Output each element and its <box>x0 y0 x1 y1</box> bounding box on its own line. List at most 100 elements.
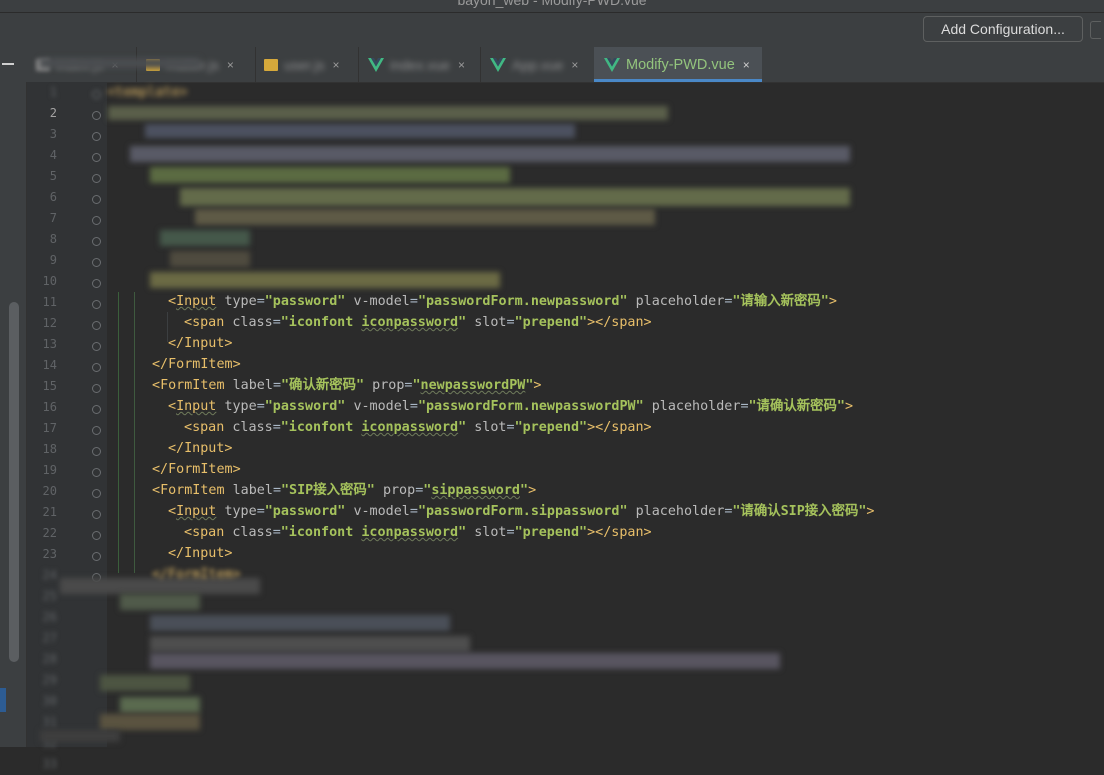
code-token: ></span> <box>587 315 652 330</box>
tool-strip-scrollbar[interactable] <box>9 302 19 662</box>
line-number: 11 <box>42 295 57 309</box>
code-token: label <box>232 483 273 498</box>
code-token: type <box>224 294 257 309</box>
close-icon[interactable]: × <box>332 58 339 72</box>
code-token: slot <box>474 525 507 540</box>
tab-label: Modify-PWD.vue <box>626 56 735 73</box>
line-number: 4 <box>49 148 57 162</box>
line-number: 29 <box>42 673 57 687</box>
fold-marker-icon[interactable] <box>92 195 101 204</box>
fold-marker-icon[interactable] <box>92 216 101 225</box>
fold-marker-icon[interactable] <box>92 468 101 477</box>
code-token: " <box>458 420 467 435</box>
redacted-code <box>120 594 200 610</box>
tool-window-indicator[interactable] <box>0 688 6 712</box>
redacted-code <box>150 272 500 288</box>
line-number: 5 <box>49 169 57 183</box>
line-number: 14 <box>42 358 57 372</box>
line-number: 15 <box>42 379 57 393</box>
code-token: "请确认新密码" <box>748 399 845 414</box>
fold-marker-icon[interactable] <box>92 342 101 351</box>
fold-marker-icon[interactable] <box>92 552 101 561</box>
code-token: type <box>224 399 257 414</box>
close-icon[interactable]: × <box>571 58 578 72</box>
run-widget-edge[interactable] <box>1090 21 1101 39</box>
code-token: FormItem <box>160 483 225 498</box>
line-number: 13 <box>42 337 57 351</box>
code-token: ></span> <box>587 420 652 435</box>
fold-marker-icon[interactable] <box>92 510 101 519</box>
code-token: " <box>412 378 421 393</box>
code-token: type <box>224 504 257 519</box>
code-token: </FormItem> <box>152 357 241 372</box>
fold-marker-icon[interactable] <box>92 426 101 435</box>
code-token: "请确认SIP接入密码" <box>732 504 867 519</box>
fold-marker-icon[interactable] <box>92 321 101 330</box>
vue-file-icon <box>368 57 384 72</box>
code-token: </Input> <box>168 336 233 351</box>
code-token: </FormItem> <box>152 462 241 477</box>
fold-marker-icon[interactable] <box>92 405 101 414</box>
code-token: > <box>828 294 837 309</box>
line-number: 16 <box>42 400 57 414</box>
redacted-code <box>108 106 668 120</box>
code-token: "iconfont <box>280 525 362 540</box>
redacted-code <box>150 636 470 652</box>
fold-marker-icon[interactable] <box>92 447 101 456</box>
code-token: span <box>192 420 225 435</box>
fold-marker-icon[interactable] <box>92 300 101 309</box>
line-number: 19 <box>42 463 57 477</box>
tab-list-icon[interactable] <box>2 63 14 65</box>
close-icon[interactable]: × <box>743 58 750 72</box>
line-number: 7 <box>49 211 57 225</box>
tab-modify-pwd-vue[interactable]: Modify-PWD.vue × <box>594 47 762 82</box>
line-number: 2 <box>49 106 57 120</box>
left-tool-window-strip <box>0 82 27 747</box>
close-icon[interactable]: × <box>458 58 465 72</box>
code-line-23: </Input> <box>168 543 233 564</box>
tab-app-vue[interactable]: App.vue × <box>490 47 578 82</box>
fold-marker-icon[interactable] <box>92 258 101 267</box>
line-number: 27 <box>42 631 57 645</box>
fold-marker-icon[interactable] <box>92 384 101 393</box>
code-token: > <box>866 504 875 519</box>
code-token: </FormItem> <box>152 567 241 582</box>
code-token: < <box>152 378 161 393</box>
fold-marker-icon[interactable] <box>92 174 101 183</box>
indent-guide <box>134 292 135 573</box>
fold-marker-icon[interactable] <box>92 111 101 120</box>
code-line-1: <template> <box>107 82 188 103</box>
fold-marker-icon[interactable] <box>92 531 101 540</box>
line-number: 25 <box>42 589 57 603</box>
line-number: 21 <box>42 505 57 519</box>
fold-marker-icon[interactable] <box>92 489 101 498</box>
code-token: "prepend" <box>514 525 588 540</box>
fold-marker-icon[interactable] <box>92 90 101 99</box>
fold-marker-icon[interactable] <box>92 237 101 246</box>
line-number: 26 <box>42 610 57 624</box>
tab-separator <box>255 47 256 82</box>
add-configuration-button[interactable]: Add Configuration... <box>923 16 1083 42</box>
redacted-code <box>100 675 190 691</box>
code-token: span <box>192 525 225 540</box>
tab-index-vue[interactable]: index.vue × <box>368 47 465 82</box>
redacted-code <box>40 730 120 742</box>
code-token: < <box>168 294 177 309</box>
code-token: placeholder <box>651 399 741 414</box>
tab-user-js[interactable]: user.js × <box>264 47 339 82</box>
code-token: " <box>619 294 628 309</box>
code-token: sippassword <box>530 504 620 519</box>
code-token: v-model <box>353 294 410 309</box>
line-number: 24 <box>42 568 57 582</box>
fold-marker-icon[interactable] <box>92 363 101 372</box>
code-token: Input <box>176 504 217 519</box>
vue-file-icon <box>604 57 620 72</box>
fold-marker-icon[interactable] <box>92 153 101 162</box>
line-number: 6 <box>49 190 57 204</box>
vue-file-icon <box>490 57 506 72</box>
fold-marker-icon[interactable] <box>92 132 101 141</box>
code-token: < <box>184 420 193 435</box>
fold-marker-icon[interactable] <box>92 279 101 288</box>
close-icon[interactable]: × <box>227 58 234 72</box>
line-number: 10 <box>42 274 57 288</box>
